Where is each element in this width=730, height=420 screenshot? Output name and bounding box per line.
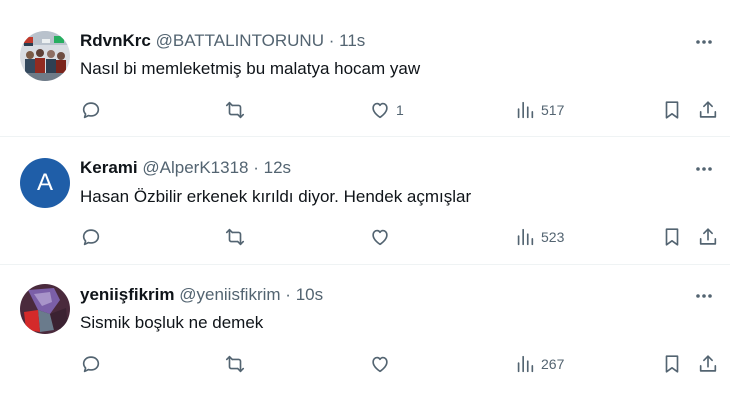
like-icon [372,356,388,373]
reply-button[interactable] [80,96,102,124]
views-icon [517,101,534,119]
bookmark-button[interactable] [661,96,683,124]
tweet[interactable]: yeniişfikrim @yeniisfikrim · 10s Sismik … [0,265,730,420]
like-button[interactable] [369,223,391,251]
views-count: 267 [541,356,565,372]
action-bar: 267 [0,350,730,378]
tweet[interactable]: A Kerami @AlperK1318 · 12s Hasan Özbilir… [0,137,730,265]
tweet[interactable]: RdvnKrc @BATTALINTORUNU · 11s Nasıl bi m… [0,0,730,137]
tweet-text: Hasan Özbilir erkenek kırıldı diyor. Hen… [80,187,472,206]
tweet-feed: RdvnKrc @BATTALINTORUNU · 11s Nasıl bi m… [0,0,730,420]
share-button[interactable] [697,96,719,124]
tweet-header: RdvnKrc @BATTALINTORUNU · 11s [80,29,365,53]
action-bar: 1 517 [0,96,730,124]
bookmark-button[interactable] [661,223,683,251]
user-handle[interactable]: @BATTALINTORUNU [156,31,324,50]
bookmark-icon [665,101,679,119]
retweet-button[interactable] [224,96,246,124]
timestamp[interactable]: 12s [264,158,291,177]
avatar[interactable] [20,284,70,334]
tweet-text: Nasıl bi memleketmiş bu malatya hocam ya… [80,59,421,78]
bookmark-button[interactable] [661,350,683,378]
views-count: 523 [541,229,565,245]
tweet-header: Kerami @AlperK1318 · 12s [80,156,291,180]
avatar[interactable]: A [20,158,70,208]
user-handle[interactable]: @yeniisfikrim [179,285,280,304]
like-button[interactable]: 1 [369,96,404,124]
like-count: 1 [396,102,404,118]
display-name[interactable]: Kerami [80,158,138,177]
views-icon [517,228,534,246]
avatar[interactable] [20,31,70,81]
tweet-header: yeniişfikrim @yeniisfikrim · 10s [80,283,323,307]
share-icon [699,228,717,245]
views-button[interactable]: 517 [514,96,564,124]
more-icon[interactable] [692,30,716,54]
reply-icon [82,102,100,119]
bookmark-icon [665,228,679,246]
retweet-button[interactable] [224,350,246,378]
reply-icon [82,229,100,246]
retweet-icon [225,228,245,246]
user-handle[interactable]: @AlperK1318 [142,158,248,177]
display-name[interactable]: yeniişfikrim [80,285,175,304]
like-button[interactable] [369,350,391,378]
share-button[interactable] [697,350,719,378]
reply-button[interactable] [80,223,102,251]
timestamp[interactable]: 10s [296,285,323,304]
bookmark-icon [665,355,679,373]
views-count: 517 [541,102,565,118]
avatar-letter: A [20,158,70,208]
separator: · [285,285,291,304]
views-button[interactable]: 523 [514,223,564,251]
more-icon[interactable] [692,284,716,308]
more-icon[interactable] [692,157,716,181]
reply-icon [82,356,100,373]
separator: · [328,31,335,50]
retweet-button[interactable] [224,223,246,251]
views-button[interactable]: 267 [514,350,564,378]
retweet-icon [225,355,245,373]
like-icon [372,102,388,119]
retweet-icon [225,101,245,119]
share-button[interactable] [697,223,719,251]
share-icon [699,101,717,118]
like-icon [372,229,388,246]
tweet-text: Sismik boşluk ne demek [80,313,264,332]
separator: · [253,158,259,177]
reply-button[interactable] [80,350,102,378]
display-name[interactable]: RdvnKrc [80,31,151,50]
views-icon [517,355,534,373]
action-bar: 523 [0,223,730,251]
timestamp[interactable]: 11s [339,31,365,50]
share-icon [699,355,717,372]
